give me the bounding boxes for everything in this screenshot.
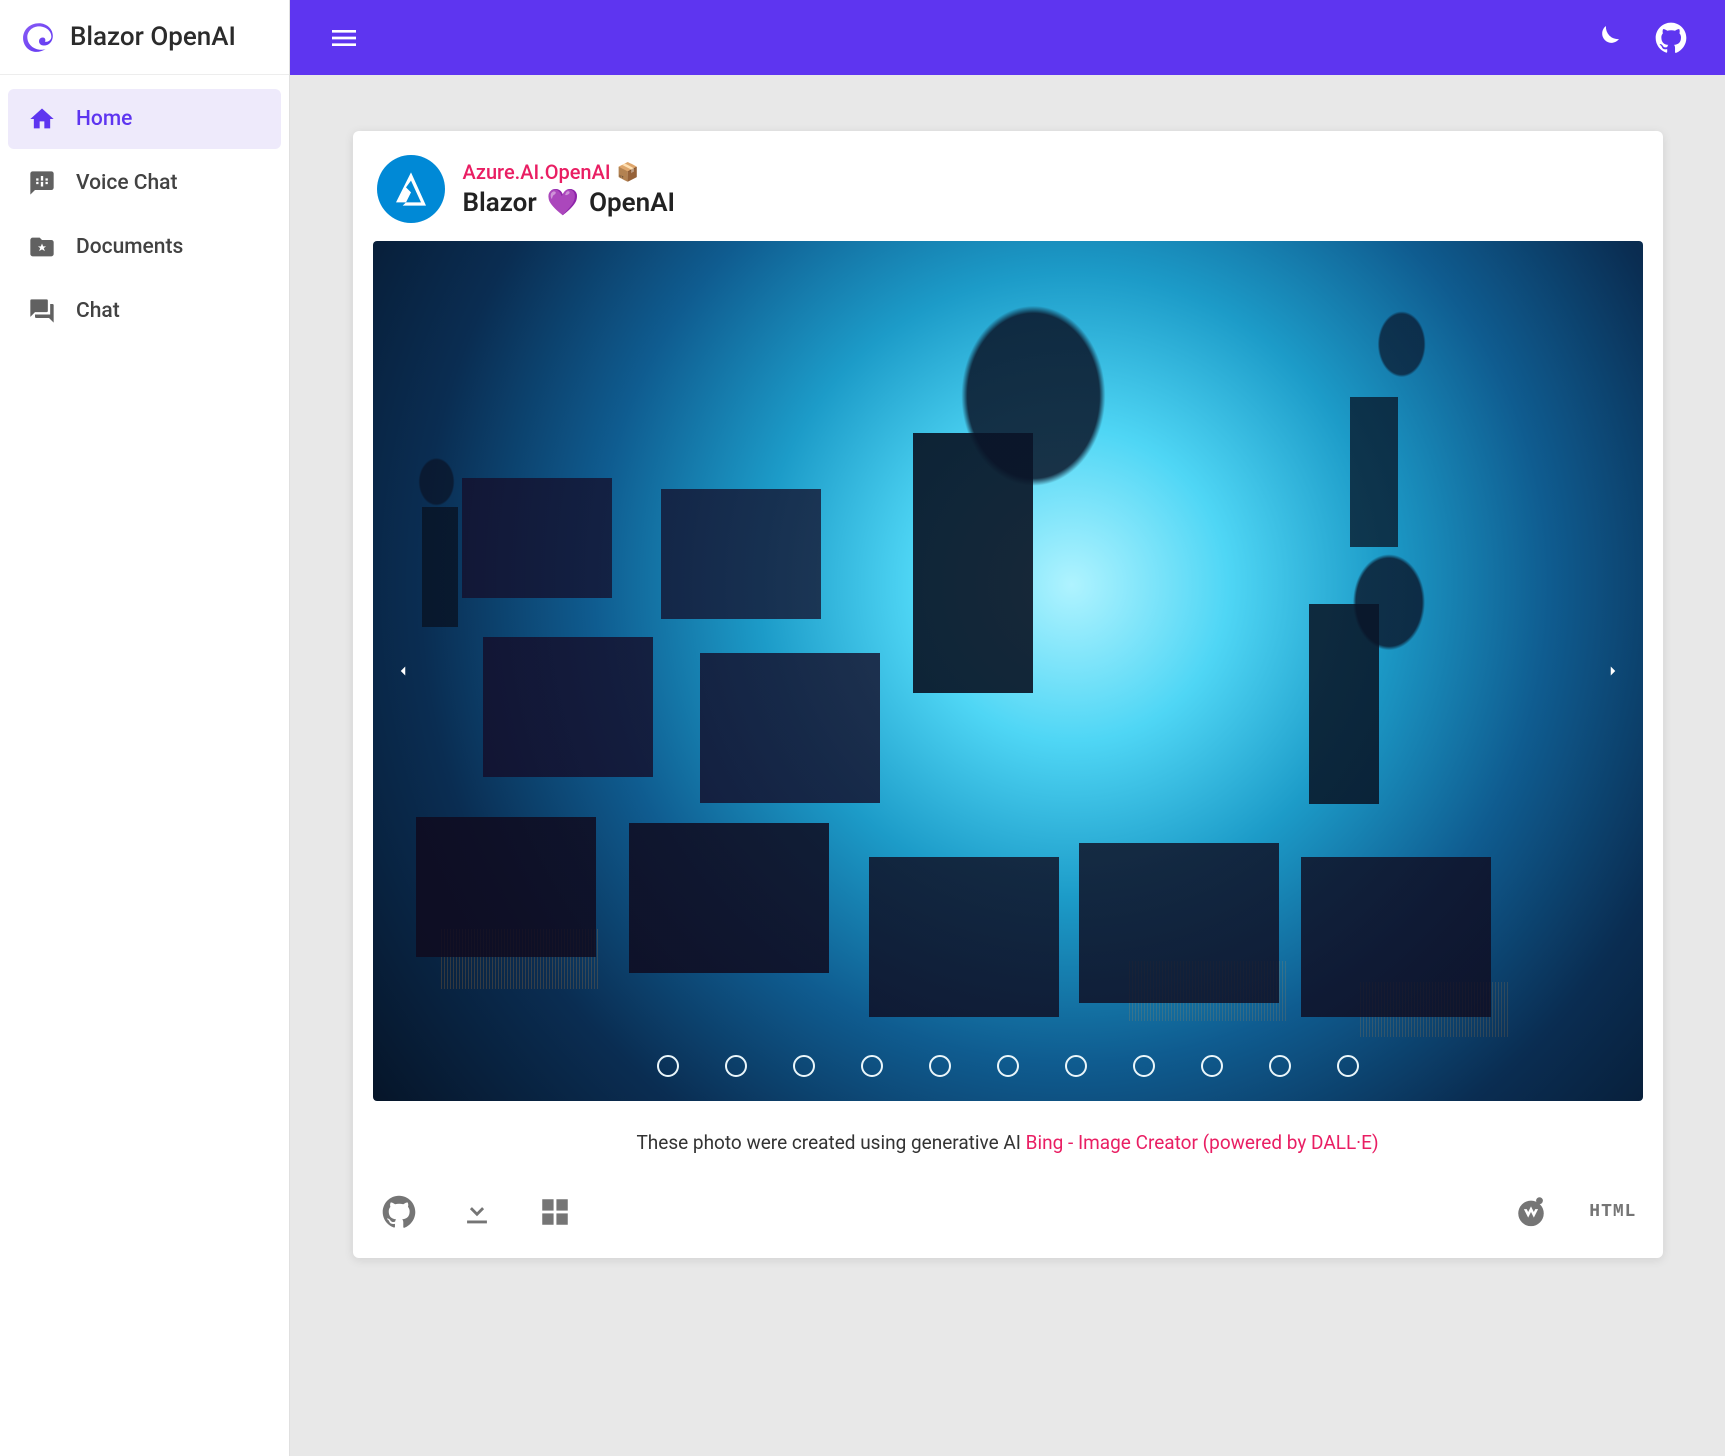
heart-icon: 💜 bbox=[547, 188, 579, 218]
home-icon bbox=[28, 105, 56, 133]
voice-chat-icon bbox=[28, 169, 56, 197]
carousel-prev[interactable] bbox=[381, 649, 425, 693]
card-header: Azure.AI.OpenAI 📦 Blazor 💜 OpenAI bbox=[373, 151, 1643, 241]
mudblazor-footer[interactable] bbox=[1511, 1192, 1551, 1232]
card: Azure.AI.OpenAI 📦 Blazor 💜 OpenAI These … bbox=[353, 131, 1663, 1258]
microsoft-footer[interactable] bbox=[535, 1192, 575, 1232]
carousel-dot[interactable] bbox=[1065, 1055, 1087, 1077]
moon-icon bbox=[1591, 22, 1623, 54]
caption-text: These photo were created using generativ… bbox=[636, 1131, 1025, 1154]
sidebar-item-label: Chat bbox=[76, 299, 261, 323]
sidebar-item-documents[interactable]: Documents bbox=[8, 217, 281, 277]
carousel-dot[interactable] bbox=[861, 1055, 883, 1077]
nav: Home Voice Chat Documents Chat bbox=[0, 75, 289, 355]
card-footer: HTML bbox=[373, 1188, 1643, 1238]
carousel-dot[interactable] bbox=[657, 1055, 679, 1077]
package-emoji: 📦 bbox=[617, 162, 639, 183]
carousel-dot[interactable] bbox=[793, 1055, 815, 1077]
title-prefix: Blazor bbox=[463, 188, 537, 218]
topbar bbox=[290, 0, 1725, 75]
carousel-dot[interactable] bbox=[1269, 1055, 1291, 1077]
package-link-text: Azure.AI.OpenAI bbox=[463, 160, 611, 184]
carousel-dots bbox=[657, 1055, 1359, 1077]
sidebar-item-label: Documents bbox=[76, 235, 261, 259]
blazor-logo-icon bbox=[22, 20, 56, 54]
package-link[interactable]: Azure.AI.OpenAI 📦 bbox=[463, 160, 676, 184]
dark-mode-toggle[interactable] bbox=[1583, 14, 1631, 62]
github-footer[interactable] bbox=[379, 1192, 419, 1232]
carousel-dot[interactable] bbox=[1337, 1055, 1359, 1077]
mudblazor-icon bbox=[1514, 1195, 1548, 1229]
menu-toggle[interactable] bbox=[320, 14, 368, 62]
caption-link[interactable]: Bing - Image Creator (powered by DALL·E) bbox=[1026, 1131, 1379, 1154]
brand: Blazor OpenAI bbox=[0, 0, 289, 75]
azure-icon bbox=[391, 169, 431, 209]
carousel-dot[interactable] bbox=[1133, 1055, 1155, 1077]
caption: These photo were created using generativ… bbox=[373, 1101, 1643, 1188]
carousel bbox=[373, 241, 1643, 1101]
github-icon bbox=[382, 1195, 416, 1229]
sidebar-item-label: Home bbox=[76, 107, 261, 131]
sidebar-item-label: Voice Chat bbox=[76, 171, 261, 195]
documents-icon bbox=[28, 233, 56, 261]
card-titles: Azure.AI.OpenAI 📦 Blazor 💜 OpenAI bbox=[463, 160, 676, 218]
carousel-dot[interactable] bbox=[929, 1055, 951, 1077]
carousel-dot[interactable] bbox=[997, 1055, 1019, 1077]
html-footer[interactable]: HTML bbox=[1589, 1202, 1636, 1222]
github-link[interactable] bbox=[1647, 14, 1695, 62]
sidebar-item-voice-chat[interactable]: Voice Chat bbox=[8, 153, 281, 213]
carousel-dot[interactable] bbox=[1201, 1055, 1223, 1077]
download-icon bbox=[460, 1195, 494, 1229]
github-icon bbox=[1655, 22, 1687, 54]
avatar bbox=[377, 155, 445, 223]
content: Azure.AI.OpenAI 📦 Blazor 💜 OpenAI These … bbox=[290, 75, 1725, 1456]
sidebar-item-home[interactable]: Home bbox=[8, 89, 281, 149]
brand-title: Blazor OpenAI bbox=[70, 22, 236, 52]
carousel-next[interactable] bbox=[1591, 649, 1635, 693]
sidebar-item-chat[interactable]: Chat bbox=[8, 281, 281, 341]
microsoft-icon bbox=[538, 1195, 572, 1229]
chevron-left-icon bbox=[394, 662, 412, 680]
chat-icon bbox=[28, 297, 56, 325]
title-suffix: OpenAI bbox=[589, 188, 675, 218]
sidebar: Blazor OpenAI Home Voice Chat Documents … bbox=[0, 0, 290, 1456]
card-title: Blazor 💜 OpenAI bbox=[463, 188, 676, 218]
download-footer[interactable] bbox=[457, 1192, 497, 1232]
menu-icon bbox=[328, 22, 360, 54]
carousel-dot[interactable] bbox=[725, 1055, 747, 1077]
chevron-right-icon bbox=[1604, 662, 1622, 680]
